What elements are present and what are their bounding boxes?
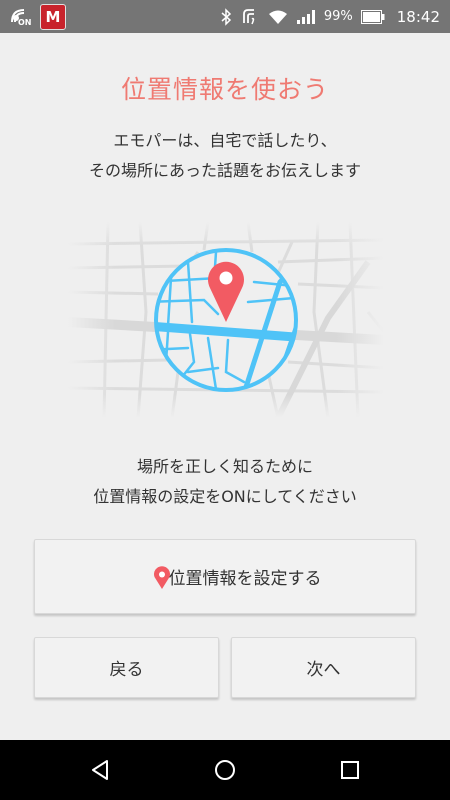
location-setting-button[interactable]: 位置情報を設定する (34, 539, 416, 614)
recent-apps-icon[interactable] (338, 758, 362, 782)
intro-line-2: その場所にあった話題をお伝えします (88, 161, 361, 180)
bluetooth-icon (221, 7, 231, 26)
home-icon[interactable] (213, 758, 237, 782)
hint-line-2: 位置情報の設定をONにしてください (93, 487, 357, 506)
next-button[interactable]: 次へ (231, 637, 416, 698)
nfc-icon (242, 8, 255, 24)
wifi-icon (268, 10, 287, 24)
location-setting-label: 位置情報を設定する (168, 569, 322, 589)
navigation-bar (0, 740, 450, 800)
intro-text: エモパーは、自宅で話したり、 その場所にあった話題をお伝えします (0, 126, 450, 186)
hint-line-1: 場所を正しく知るために (136, 457, 313, 476)
battery-percentage: 99% (323, 9, 353, 24)
next-button-label: 次へ (306, 660, 341, 680)
back-icon[interactable] (88, 758, 112, 782)
back-button[interactable]: 戻る (34, 637, 219, 698)
clock: 18:42 (396, 7, 440, 26)
intro-line-1: エモパーは、自宅で話したり、 (113, 131, 337, 150)
status-bar: ON M 99% 18:42 (0, 0, 450, 33)
hint-text: 場所を正しく知るために 位置情報の設定をONにしてください (0, 452, 450, 512)
status-bar-right: 99% 18:42 (220, 0, 440, 33)
battery-icon (360, 9, 385, 24)
on-icon: ON (8, 4, 34, 30)
map-illustration (67, 221, 386, 420)
status-bar-left: ON M (8, 4, 66, 30)
on-label: ON (18, 18, 32, 27)
mcafee-label: M (45, 8, 61, 26)
signal-icon (296, 9, 315, 24)
page-title: 位置情報を使おう (120, 75, 329, 104)
back-button-label: 戻る (109, 660, 144, 680)
location-pin-icon (154, 566, 170, 589)
mcafee-icon: M (40, 4, 66, 30)
